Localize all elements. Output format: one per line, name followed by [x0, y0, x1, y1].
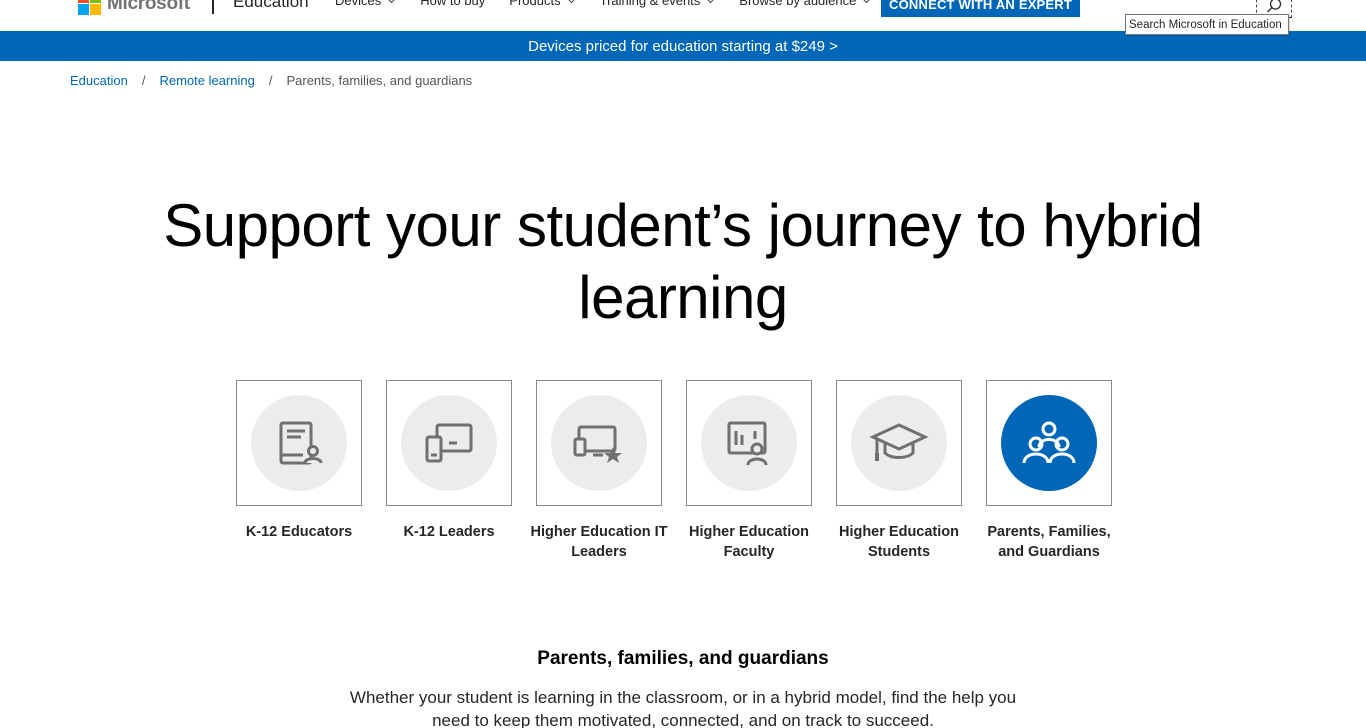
tile-box	[536, 380, 662, 506]
microsoft-logo[interactable]: Microsoft	[78, 0, 190, 15]
breadcrumb-remote-learning[interactable]: Remote learning	[159, 73, 254, 88]
tile-circle	[701, 395, 797, 491]
tile-box	[836, 380, 962, 506]
tile-box	[236, 380, 362, 506]
tile-higher-ed-faculty[interactable]: Higher Education Faculty	[686, 380, 812, 562]
tile-box	[386, 380, 512, 506]
section-body: Whether your student is learning in the …	[349, 688, 1017, 728]
chevron-down-icon	[568, 0, 574, 3]
graduation-cap-icon	[869, 423, 929, 461]
logo-text: Microsoft	[107, 0, 190, 14]
microsoft-logo-icon	[78, 0, 101, 15]
nav-how-to-buy[interactable]: How to buy	[420, 0, 485, 8]
breadcrumb-current: Parents, families, and guardians	[286, 73, 473, 88]
chevron-down-icon	[864, 0, 870, 3]
chevron-down-icon	[708, 0, 714, 3]
nav-label: Devices	[335, 0, 382, 8]
nav-label: Training & events	[599, 0, 701, 8]
section-title: Parents, families, and guardians	[537, 648, 829, 669]
nav-label: Products	[509, 0, 561, 8]
tile-label: Higher Education IT Leaders	[530, 524, 668, 560]
search-icon	[1267, 0, 1282, 12]
promo-banner-link[interactable]: Devices priced for education starting at…	[0, 31, 1366, 61]
device-star-icon	[573, 425, 622, 463]
tile-box	[986, 380, 1112, 506]
nav-devices[interactable]: Devices	[335, 0, 396, 8]
connect-expert-button[interactable]: CONNECT WITH AN EXPERT	[881, 0, 1081, 17]
tile-circle	[401, 395, 497, 491]
book-person-icon	[279, 421, 323, 465]
tile-higher-ed-it-leaders[interactable]: Higher Education IT Leaders	[531, 380, 667, 562]
tile-label: Higher Education Faculty	[688, 524, 810, 560]
nav-browse-by-audience[interactable]: Browse by audience	[739, 0, 871, 8]
devices-icon	[425, 423, 473, 463]
tile-label: K-12 Educators	[245, 524, 353, 540]
tile-label: Higher Education Students	[838, 524, 960, 560]
tile-circle	[851, 395, 947, 491]
breadcrumb-separator: /	[268, 73, 273, 88]
breadcrumb-separator: /	[141, 73, 146, 88]
tile-parents-families-guardians[interactable]: Parents, Families, and Guardians	[986, 380, 1112, 562]
nav-training-events[interactable]: Training & events	[600, 0, 716, 8]
header-divider	[212, 0, 214, 14]
page-title: Support your student’s journey to hybrid…	[163, 192, 1203, 331]
breadcrumb: Education / Remote learning / Parents, f…	[70, 73, 472, 88]
nav-products[interactable]: Products	[509, 0, 575, 8]
brand-education-link[interactable]: Education	[233, 0, 309, 12]
chevron-down-icon	[389, 0, 395, 3]
chart-person-icon	[727, 421, 768, 466]
search-tooltip: Search Microsoft in Education	[1125, 14, 1289, 35]
nav-label: Browse by audience	[739, 0, 857, 8]
breadcrumb-education[interactable]: Education	[70, 73, 128, 88]
tile-label: Parents, Families, and Guardians	[987, 524, 1111, 560]
tile-circle	[551, 395, 647, 491]
tile-k12-leaders[interactable]: K-12 Leaders	[386, 380, 512, 562]
main-nav: Devices How to buy Products Training & e…	[335, 0, 895, 8]
family-icon	[1022, 421, 1076, 464]
tile-circle	[1001, 395, 1097, 491]
tile-box	[686, 380, 812, 506]
tile-circle	[251, 395, 347, 491]
nav-label: How to buy	[420, 0, 486, 8]
tile-k12-educators[interactable]: K-12 Educators	[236, 380, 362, 562]
tile-higher-ed-students[interactable]: Higher Education Students	[836, 380, 962, 562]
tile-label: K-12 Leaders	[403, 524, 495, 540]
audience-tiles: K-12 Educators K-12 Leaders Higher Educa…	[236, 380, 1112, 562]
